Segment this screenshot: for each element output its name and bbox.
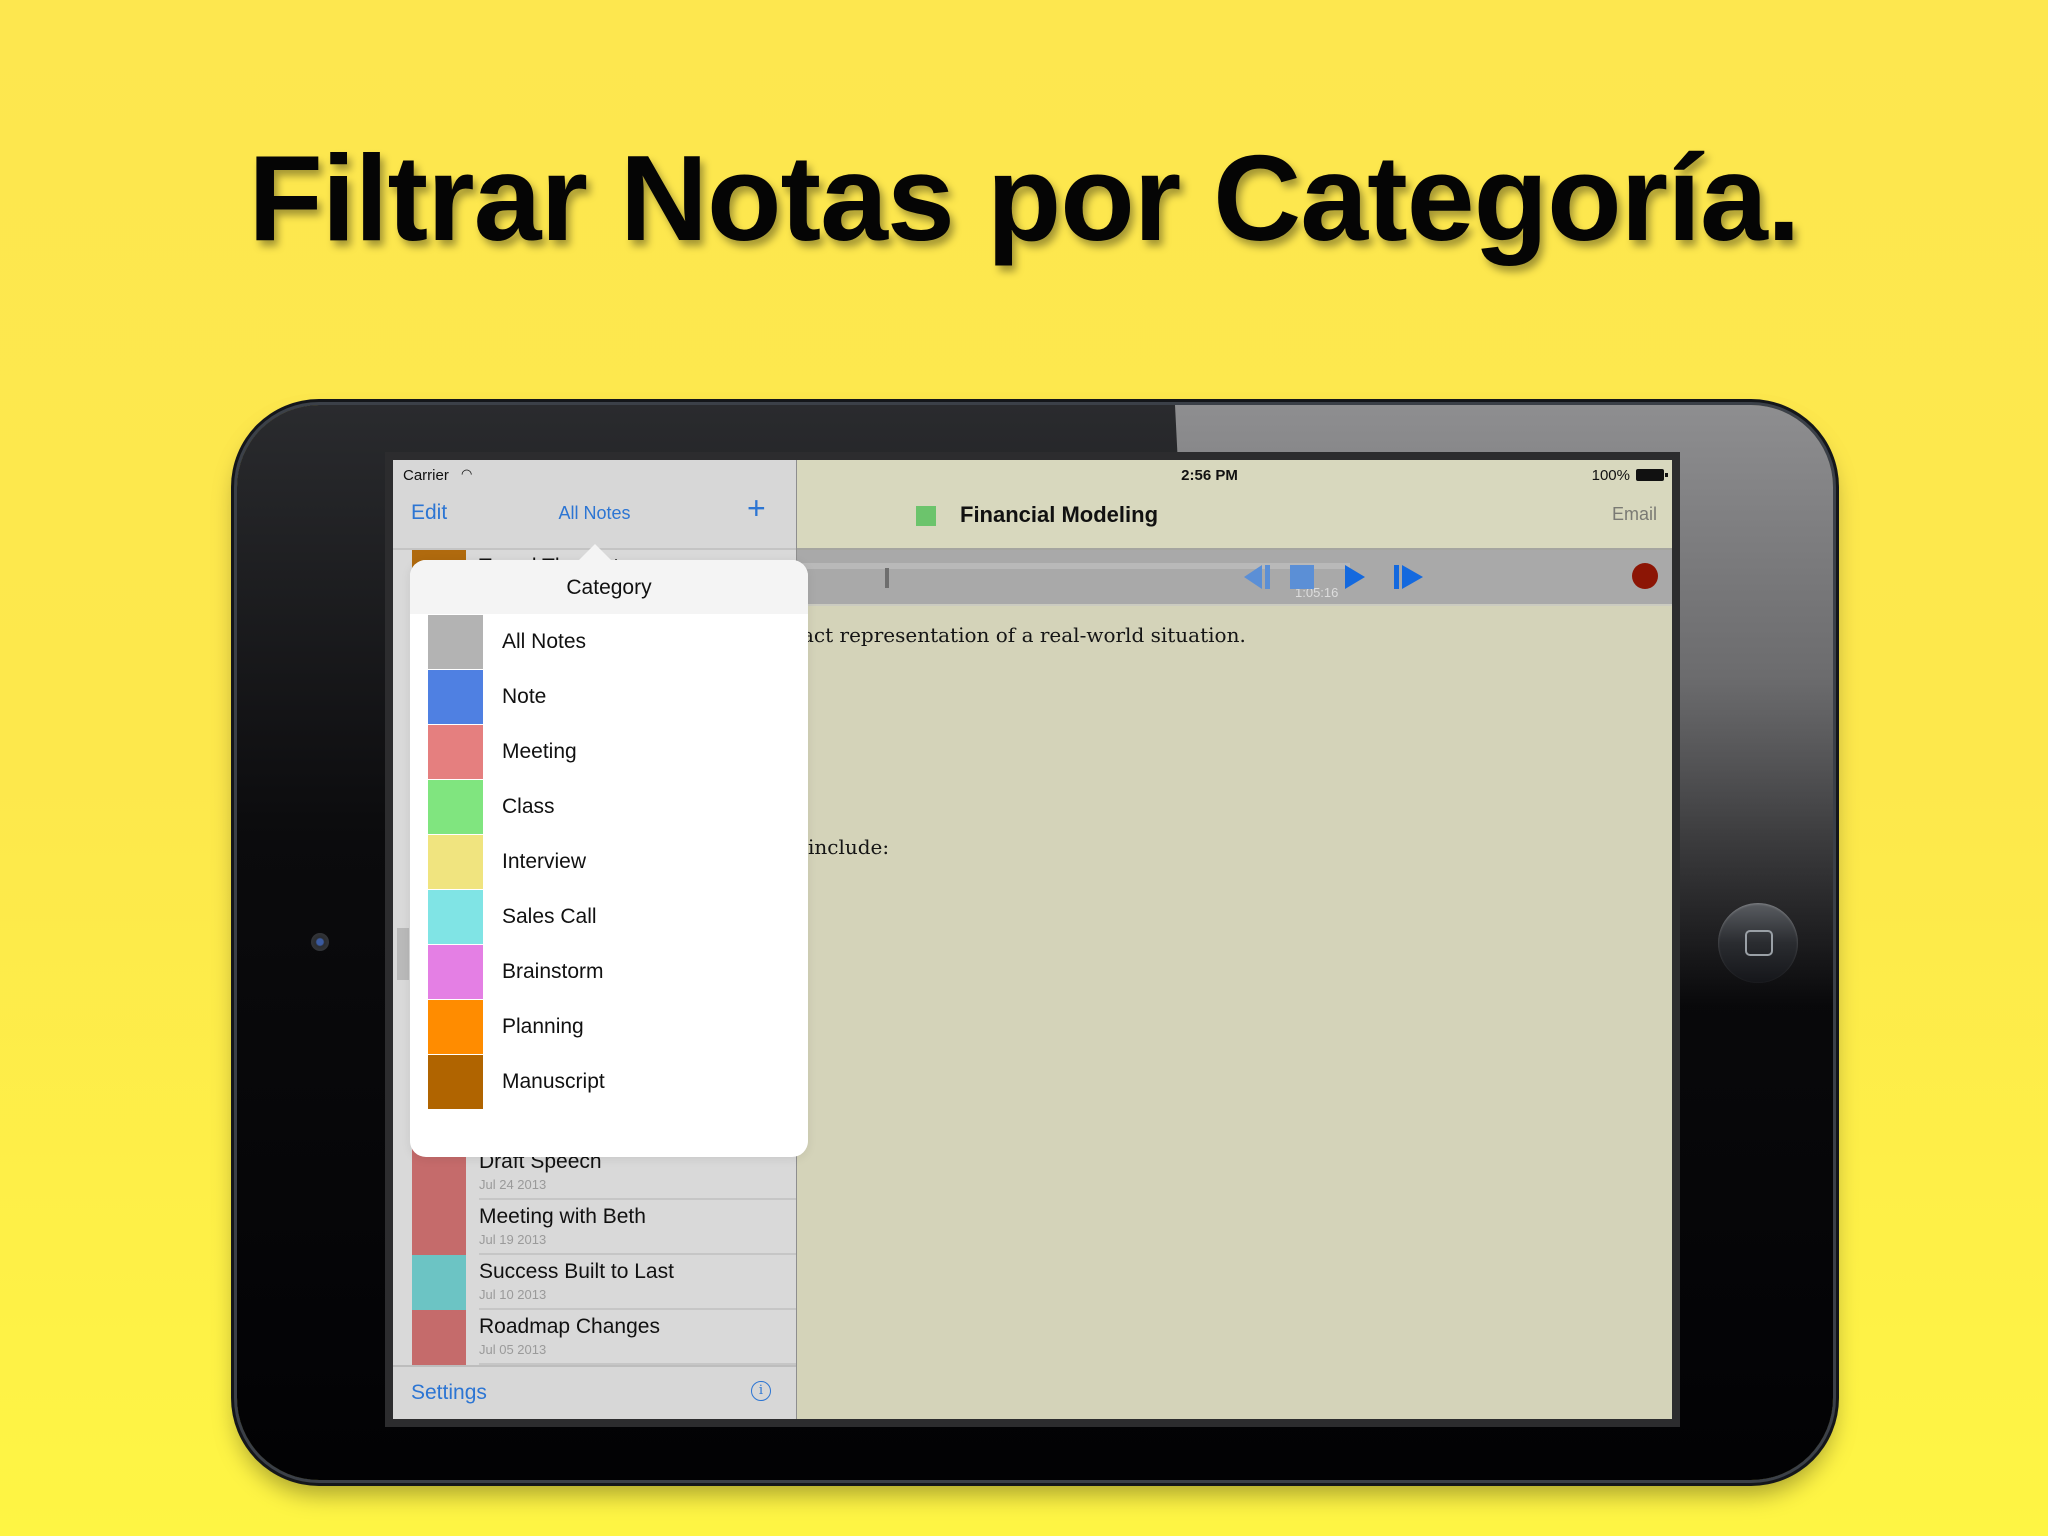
home-square-icon xyxy=(1745,930,1773,956)
add-note-button[interactable]: + xyxy=(747,490,766,527)
category-indicator xyxy=(916,506,936,526)
category-option-class[interactable]: Class xyxy=(410,780,808,835)
category-swatch xyxy=(412,1255,466,1310)
note-title: Roadmap Changes xyxy=(479,1315,660,1338)
category-option-planning[interactable]: Planning xyxy=(410,1000,808,1055)
category-label: Manuscript xyxy=(502,1070,605,1093)
category-label: Planning xyxy=(502,1015,584,1038)
category-swatch xyxy=(428,780,483,834)
note-title: Meeting with Beth xyxy=(479,1205,646,1228)
category-swatch xyxy=(412,1310,466,1365)
category-swatch xyxy=(428,890,483,944)
battery-icon xyxy=(1636,469,1668,481)
category-label: Note xyxy=(502,685,547,708)
settings-button[interactable]: Settings xyxy=(411,1381,487,1405)
popover-title: Category xyxy=(410,560,808,614)
playback-thumb[interactable] xyxy=(885,568,890,588)
home-button[interactable] xyxy=(1718,903,1798,983)
email-button[interactable]: Email xyxy=(1612,504,1657,525)
record-button[interactable] xyxy=(1632,563,1658,589)
note-body-line[interactable]: include: xyxy=(808,835,889,859)
popover-arrow xyxy=(578,544,612,561)
ipad-screen: Carrier ◠ 2:56 PM 100% Edit All Notes + … xyxy=(393,460,1672,1419)
camera-icon xyxy=(311,933,329,951)
skip-forward-icon[interactable] xyxy=(1393,563,1425,591)
category-option-interview[interactable]: Interview xyxy=(410,835,808,890)
category-filter-button[interactable]: All Notes xyxy=(393,503,796,524)
category-option-note[interactable]: Note xyxy=(410,670,808,725)
headline: Filtrar Notas por Categoría. xyxy=(248,130,1801,266)
skip-back-icon[interactable] xyxy=(1242,563,1272,591)
list-item[interactable]: Success Built to Last Jul 10 2013 xyxy=(393,1255,796,1310)
category-option-manuscript[interactable]: Manuscript xyxy=(410,1055,808,1110)
category-label: Class xyxy=(502,795,555,818)
battery-percent: 100% xyxy=(1591,467,1630,484)
status-bar: Carrier ◠ 2:56 PM 100% xyxy=(393,460,1672,490)
list-item[interactable]: Meeting with Beth Jul 19 2013 xyxy=(393,1200,796,1255)
category-option-all-notes[interactable]: All Notes xyxy=(410,615,808,670)
category-option-sales-call[interactable]: Sales Call xyxy=(410,890,808,945)
category-swatch xyxy=(428,945,483,999)
note-title-heading: Financial Modeling xyxy=(960,502,1159,527)
category-label: Brainstorm xyxy=(502,960,604,983)
note-date: Jul 19 2013 xyxy=(479,1232,547,1247)
note-date: Jul 10 2013 xyxy=(479,1287,547,1302)
category-label: Meeting xyxy=(502,740,577,763)
play-icon[interactable] xyxy=(1343,563,1367,591)
category-swatch xyxy=(428,725,483,779)
note-body-line[interactable]: act representation of a real-world situa… xyxy=(802,623,1246,647)
tablet-frame: Carrier ◠ 2:56 PM 100% Edit All Notes + … xyxy=(237,405,1833,1480)
category-label: Sales Call xyxy=(502,905,597,928)
scroll-indicator[interactable] xyxy=(397,928,409,980)
audio-player: 1:05:16 xyxy=(797,550,1672,606)
category-swatch xyxy=(428,835,483,889)
category-option-meeting[interactable]: Meeting xyxy=(410,725,808,780)
list-item[interactable]: Roadmap Changes Jul 05 2013 xyxy=(393,1310,796,1365)
category-swatch xyxy=(412,1200,466,1255)
stop-icon[interactable] xyxy=(1289,563,1315,591)
note-date: Jul 24 2013 xyxy=(479,1177,547,1192)
category-swatch xyxy=(428,615,483,669)
note-detail: Financial Modeling Email 1:05:16 act rep… xyxy=(797,460,1672,1419)
category-swatch xyxy=(428,670,483,724)
sidebar-footer: Settings i xyxy=(393,1365,796,1419)
category-swatch xyxy=(428,1000,483,1054)
category-label: Interview xyxy=(502,850,587,873)
category-option-brainstorm[interactable]: Brainstorm xyxy=(410,945,808,1000)
category-swatch xyxy=(428,1055,483,1109)
note-title: Success Built to Last xyxy=(479,1260,674,1283)
category-popover: Category All Notes Note Meeting Class In… xyxy=(410,544,808,1157)
info-icon[interactable]: i xyxy=(751,1381,771,1401)
note-date: Jul 05 2013 xyxy=(479,1342,547,1357)
clock: 2:56 PM xyxy=(1181,467,1238,484)
category-label: All Notes xyxy=(502,630,587,653)
